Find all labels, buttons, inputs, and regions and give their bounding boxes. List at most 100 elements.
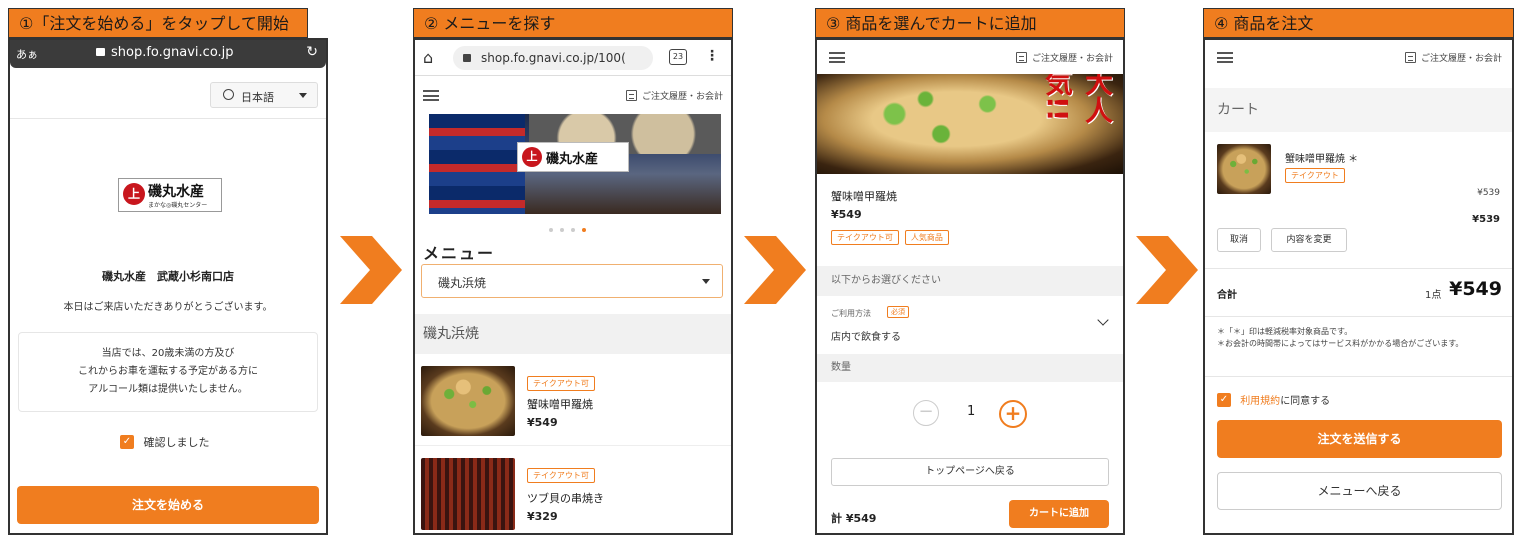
change-button[interactable]: 内容を変更 xyxy=(1271,228,1347,252)
product-image: 大人気!! xyxy=(817,74,1123,174)
kana-label: あぁ xyxy=(16,48,38,61)
quantity-stepper[interactable]: − 1 + xyxy=(913,398,1033,428)
item-price: ¥549 xyxy=(831,208,862,221)
browser-bar: ⌂ shop.fo.gnavi.co.jp/100( 23 ⋮ xyxy=(415,40,731,76)
order-history-label: ご注文履歴・お会計 xyxy=(1031,54,1113,64)
note-line: ＊「＊」印は軽減税率対象商品です。 xyxy=(1217,327,1353,336)
start-order-button[interactable]: 注文を始める xyxy=(17,486,319,524)
takeout-tag: テイクアウト可 xyxy=(831,230,899,245)
cart-item-total: ¥539 xyxy=(1472,214,1500,225)
category-select[interactable]: 磯丸浜焼 xyxy=(421,264,723,298)
step4-title: ④ 商品を注文 xyxy=(1203,8,1514,38)
item-tags: テイクアウト可 人気商品 xyxy=(831,230,949,245)
minus-icon[interactable]: − xyxy=(913,400,939,426)
category-select-value: 磯丸浜焼 xyxy=(438,276,487,290)
banner-logo: 上 磯丸水産 xyxy=(517,142,629,172)
terms-checkbox-row[interactable]: ✓ 利用規約に同意する xyxy=(1217,392,1330,407)
usage-label: ご利用方法 xyxy=(831,309,871,318)
phone-screen-3: ご注文履歴・お会計 大人気!! 蟹味噌甲羅焼 ¥549 テイクアウト可 人気商品… xyxy=(815,38,1125,535)
hamburger-menu-icon[interactable] xyxy=(1217,52,1233,63)
back-to-menu-button[interactable]: メニューへ戻る xyxy=(1217,472,1502,510)
cart-title: カート xyxy=(1205,88,1512,132)
logo-mark-icon: 上 xyxy=(123,183,145,205)
takeout-tag: テイクアウト可 xyxy=(527,376,595,391)
item-name: ツブ貝の串焼き xyxy=(527,492,604,505)
phone-screen-4: ご注文履歴・お会計 カート 蟹味噌甲羅焼 ＊ テイクアウト ¥539 ¥539 … xyxy=(1203,38,1514,535)
dot-active[interactable] xyxy=(582,228,586,232)
carousel-dots[interactable] xyxy=(549,228,586,232)
banner-logo-text: 磯丸水産 xyxy=(546,152,599,167)
menu-item[interactable]: テイクアウト可 蟹味噌甲羅焼 ¥549 xyxy=(415,362,731,446)
language-select[interactable]: 日本語 xyxy=(210,82,318,108)
home-icon[interactable]: ⌂ xyxy=(423,48,433,67)
store-name: 磯丸水産 武蔵小杉南口店 xyxy=(102,270,234,283)
add-to-cart-button[interactable]: カートに追加 xyxy=(1009,500,1109,528)
logo-mark-icon: 上 xyxy=(522,147,542,167)
step1-panel: ①「注文を始める」をタップして開始 あぁ shop.fo.gnavi.co.jp… xyxy=(8,8,328,535)
url-text[interactable]: shop.fo.gnavi.co.jp xyxy=(111,45,234,60)
cancel-button[interactable]: 取消 xyxy=(1217,228,1261,252)
more-menu-icon[interactable]: ⋮ xyxy=(705,48,719,64)
menu-item[interactable]: テイクアウト可 ツブ貝の串焼き ¥329 xyxy=(415,452,731,533)
sum-value: ¥549 xyxy=(1449,278,1502,300)
tabs-count[interactable]: 23 xyxy=(669,49,687,65)
notice-line: これからお車を運転する予定がある方に xyxy=(78,366,258,377)
confirm-checkbox-row[interactable]: ✓ 確認しました xyxy=(120,434,210,450)
step3-panel: ③ 商品を選んでカートに追加 ご注文履歴・お会計 大人気!! 蟹味噌甲羅焼 ¥5… xyxy=(815,8,1125,535)
tax-note: ＊「＊」印は軽減税率対象商品です。 ＊お会計の時間帯によってはサービス料がかかる… xyxy=(1217,326,1500,350)
item-photo xyxy=(421,458,515,530)
hamburger-menu-icon[interactable] xyxy=(423,90,439,101)
choose-header: 以下からお選びください xyxy=(817,266,1123,296)
cart-item-photo xyxy=(1217,144,1271,194)
item-photo xyxy=(421,366,515,436)
lock-icon xyxy=(96,48,105,56)
chevron-down-icon[interactable] xyxy=(1097,314,1109,326)
browser-bar: あぁ shop.fo.gnavi.co.jp ↻ xyxy=(10,40,326,68)
language-label: 日本語 xyxy=(241,91,274,104)
checkbox-checked-icon[interactable]: ✓ xyxy=(120,435,134,449)
step2-panel: ② メニューを探す ⌂ shop.fo.gnavi.co.jp/100( 23 … xyxy=(413,8,733,535)
cart-item-price: ¥539 xyxy=(1477,188,1500,198)
terms-label: に同意する xyxy=(1280,396,1331,407)
dot[interactable] xyxy=(560,228,564,232)
order-history-link[interactable]: ご注文履歴・お会計 xyxy=(1404,51,1502,64)
quantity-header: 数量 xyxy=(817,354,1123,382)
order-history-link[interactable]: ご注文履歴・お会計 xyxy=(1015,51,1113,64)
alcohol-notice: 当店では、20歳未満の方及び これからお車を運転する予定がある方に アルコール類… xyxy=(18,332,318,412)
caret-down-icon xyxy=(702,279,710,284)
footer-total: 計 ¥549 xyxy=(831,512,877,525)
url-field[interactable]: shop.fo.gnavi.co.jp/100( xyxy=(453,46,653,70)
history-icon xyxy=(1015,52,1027,63)
dot[interactable] xyxy=(549,228,553,232)
store-logo: 上 磯丸水産 まかな◎磯丸センター xyxy=(118,178,222,212)
checkbox-checked-icon[interactable]: ✓ xyxy=(1217,392,1231,407)
sum-label: 合計 xyxy=(1217,290,1237,301)
usage-value: 店内で飲食する xyxy=(831,332,901,343)
logo-main-text: 磯丸水産 xyxy=(148,184,204,200)
store-banner-image: 上 磯丸水産 xyxy=(429,114,721,214)
popular-tag: 人気商品 xyxy=(904,230,949,245)
banner-text: 大人気!! xyxy=(1041,74,1114,124)
item-name: 蟹味噌甲羅焼 xyxy=(831,190,897,203)
reload-icon[interactable]: ↻ xyxy=(306,44,318,60)
step4-panel: ④ 商品を注文 ご注文履歴・お会計 カート 蟹味噌甲羅焼 ＊ テイクアウト ¥5… xyxy=(1203,8,1514,535)
chevron-right-icon xyxy=(740,236,808,308)
terms-link[interactable]: 利用規約 xyxy=(1240,396,1280,407)
hamburger-menu-icon[interactable] xyxy=(829,52,845,63)
item-count: 1点 xyxy=(1425,290,1442,301)
usage-option[interactable]: ご利用方法 必須 店内で飲食する xyxy=(817,298,1123,348)
logo-sub-text: まかな◎磯丸センター xyxy=(148,202,208,209)
notice-line: 当店では、20歳未満の方及び xyxy=(101,348,235,359)
plus-icon[interactable]: + xyxy=(999,400,1027,428)
required-tag: 必須 xyxy=(887,306,909,318)
note-line: ＊お会計の時間帯によってはサービス料がかかる場合がございます。 xyxy=(1217,339,1464,348)
dot[interactable] xyxy=(571,228,575,232)
quantity-value: 1 xyxy=(967,404,976,419)
lock-icon xyxy=(463,54,471,62)
submit-order-button[interactable]: 注文を送信する xyxy=(1217,420,1502,458)
category-header: 磯丸浜焼 xyxy=(415,314,731,354)
banner-sign xyxy=(429,114,525,214)
order-history-link[interactable]: ご注文履歴・お会計 xyxy=(625,89,723,102)
back-to-top-button[interactable]: トップページへ戻る xyxy=(831,458,1109,486)
order-history-label: ご注文履歴・お会計 xyxy=(1420,54,1502,64)
